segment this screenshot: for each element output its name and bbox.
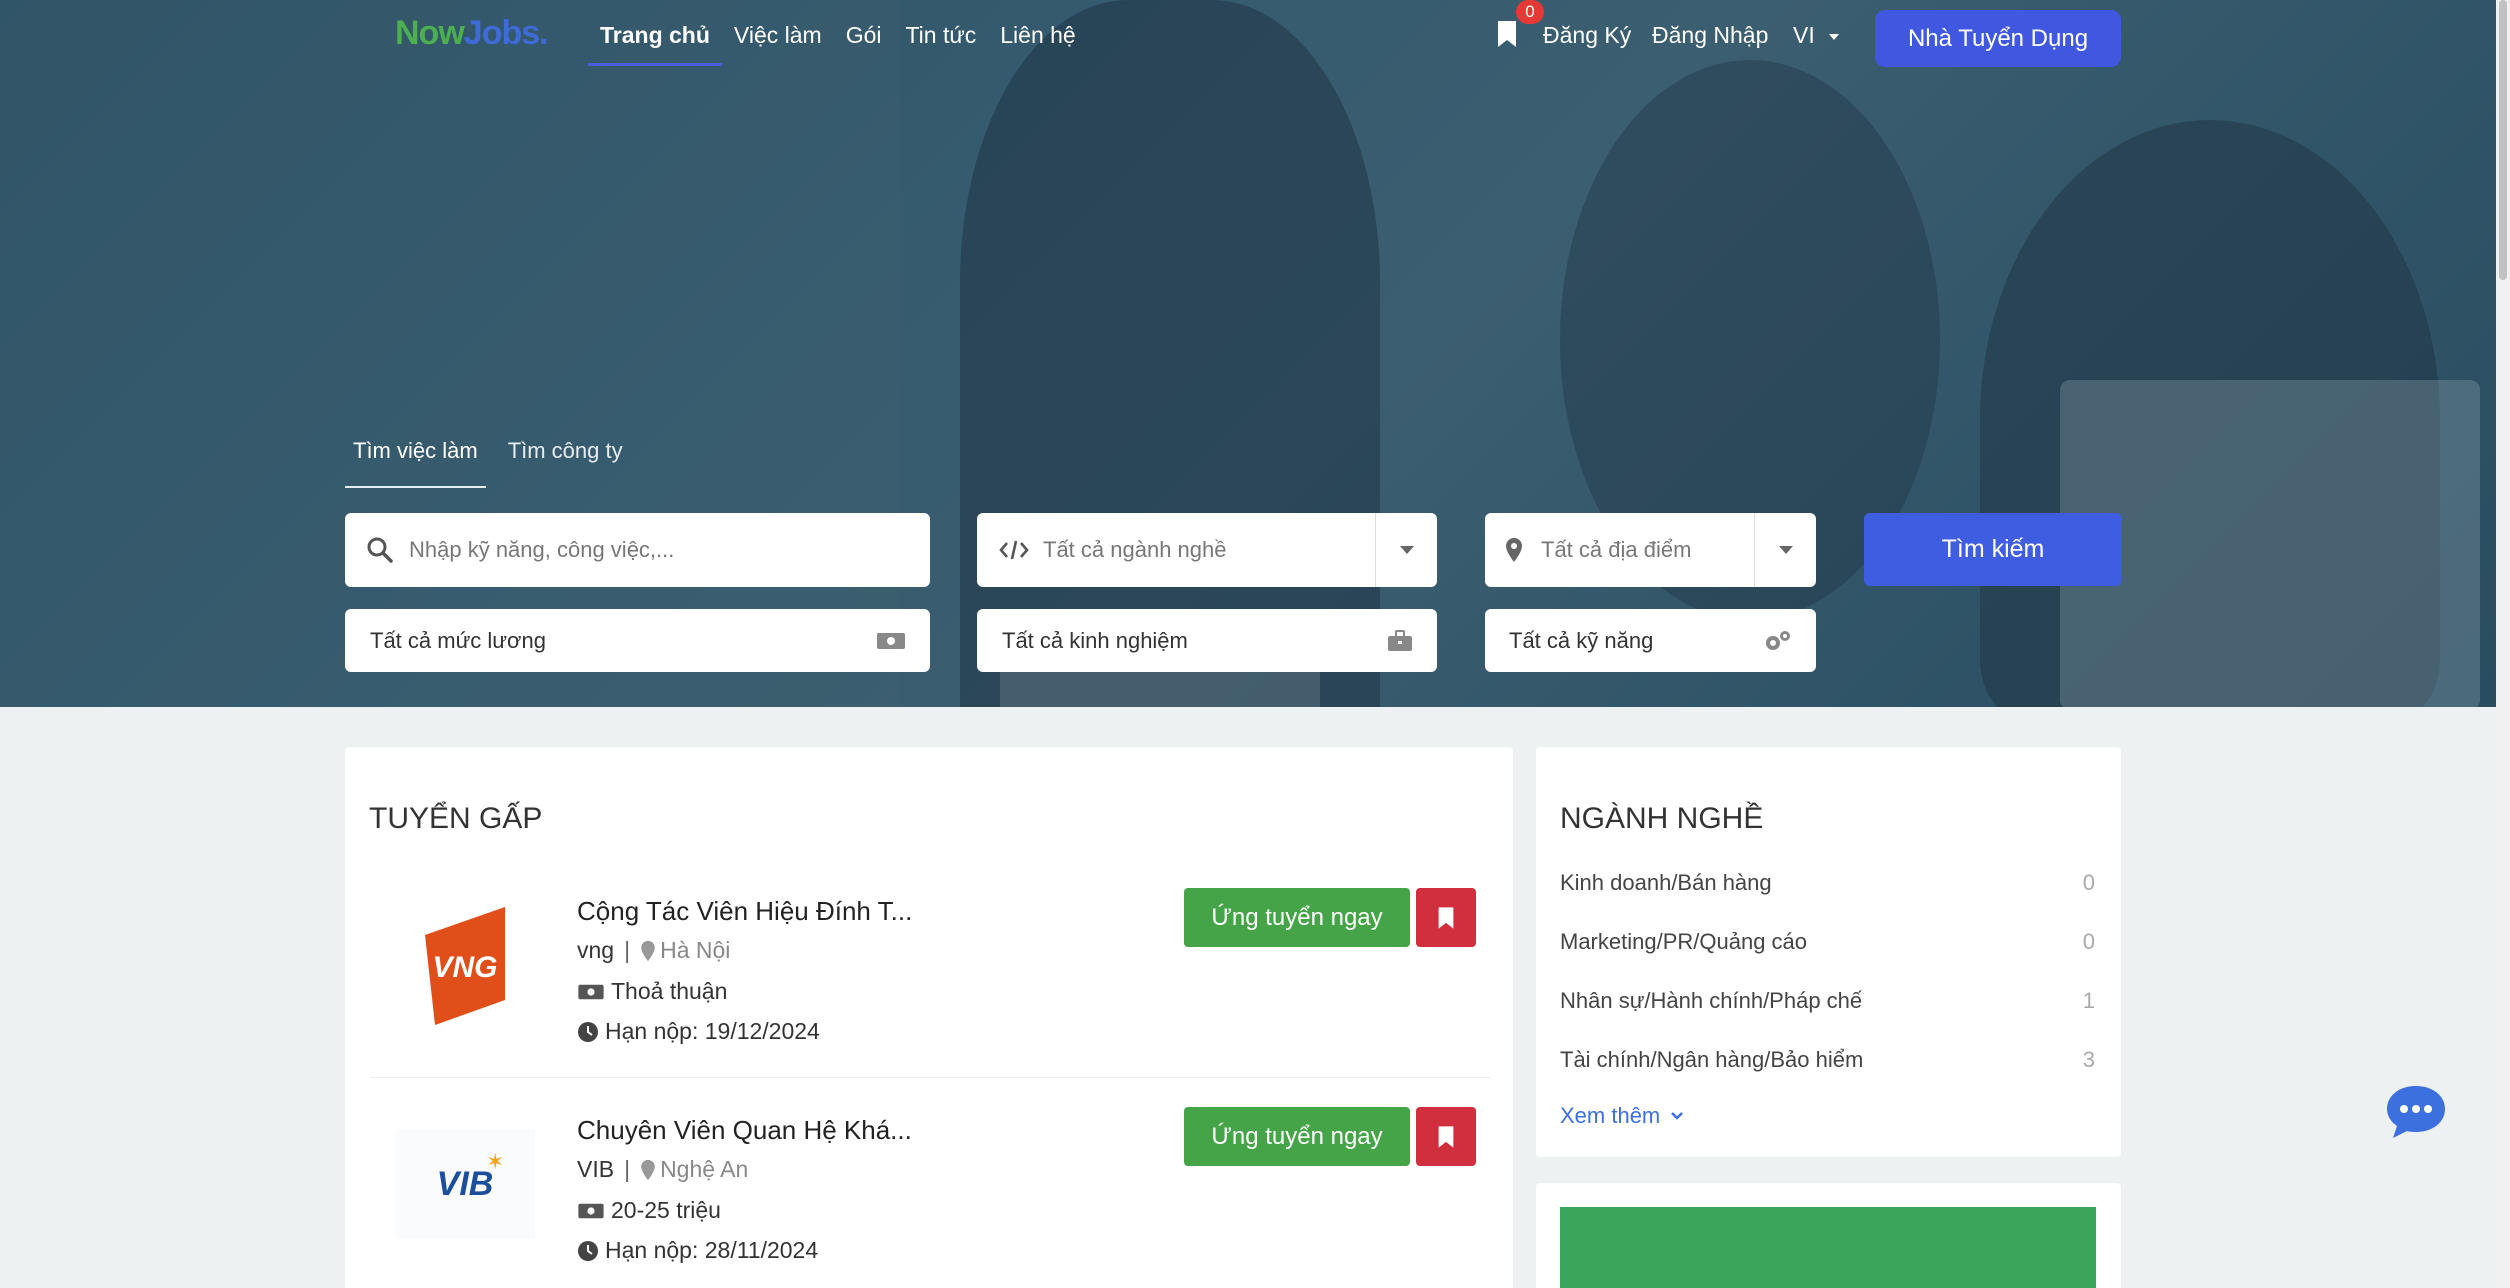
skills-label: Tất cả kỹ năng [1509, 627, 1654, 653]
tab-find-companies[interactable]: Tìm công ty [500, 438, 631, 488]
promo-banner[interactable] [1560, 1207, 2096, 1288]
clock-icon [578, 1240, 598, 1261]
skills-select[interactable]: Tất cả kỹ năng [1485, 609, 1816, 672]
industry-name: Marketing/PR/Quảng cáo [1560, 929, 1808, 954]
code-icon [999, 540, 1029, 560]
see-more-label: Xem thêm [1560, 1103, 1661, 1128]
money-icon [578, 1203, 604, 1218]
nav-contact[interactable]: Liên hệ [988, 20, 1087, 66]
save-job-button[interactable] [1416, 888, 1476, 947]
tab-find-jobs[interactable]: Tìm việc làm [345, 438, 486, 488]
industry-count: 0 [2082, 929, 2095, 954]
chat-icon[interactable] [2384, 1082, 2448, 1142]
industry-count: 3 [2082, 1047, 2095, 1072]
nav-packages[interactable]: Gói [834, 20, 894, 66]
job-title[interactable]: Chuyên Viên Quan Hệ Khá... [577, 1115, 912, 1146]
map-pin-icon [1506, 538, 1522, 562]
banner-card [1536, 1183, 2121, 1288]
industry-item[interactable]: Tài chính/Ngân hàng/Bảo hiểm 3 [1560, 1047, 2095, 1073]
chevron-down-icon [1754, 513, 1816, 587]
money-icon [877, 632, 905, 649]
saved-count-badge: 0 [1516, 0, 1544, 24]
money-icon [578, 984, 604, 999]
divider [370, 1077, 1490, 1078]
company-name[interactable]: vng [577, 937, 614, 964]
job-title[interactable]: Cộng Tác Viên Hiệu Đính T... [577, 896, 912, 927]
job-company-row: VIB | Nghệ An [577, 1156, 749, 1183]
map-pin-icon [641, 940, 655, 961]
nav-home[interactable]: Trang chủ [588, 20, 722, 66]
industry-item[interactable]: Nhân sự/Hành chính/Pháp chế 1 [1560, 988, 2095, 1014]
job-location: Nghệ An [660, 1156, 749, 1182]
star-icon: ✶ [486, 1149, 505, 1174]
experience-label: Tất cả kinh nghiệm [1002, 627, 1188, 653]
job-deadline: Hạn nộp: 19/12/2024 [605, 1018, 820, 1044]
saved-jobs-icon[interactable] [1496, 20, 1518, 50]
apply-now-button[interactable]: Ứng tuyển ngay [1184, 1107, 1410, 1166]
clock-icon [578, 1021, 598, 1042]
apply-now-button[interactable]: Ứng tuyển ngay [1184, 888, 1410, 947]
svg-text:VNG: VNG [432, 951, 497, 984]
job-deadline-row: Hạn nộp: 28/11/2024 [577, 1237, 818, 1264]
industry-count: 0 [2082, 870, 2095, 895]
main-nav: Trang chủ Việc làm Gói Tin tức Liên hệ [588, 20, 1088, 66]
search-tabs: Tìm việc làm Tìm công ty [345, 438, 645, 488]
job-salary-row: 20-25 triệu [577, 1197, 721, 1224]
language-select[interactable]: VI [1793, 22, 1840, 49]
site-logo[interactable]: NowJobs. [395, 14, 549, 53]
industries-title: NGÀNH NGHỀ [1560, 802, 1764, 835]
chevron-down-icon [1375, 513, 1437, 587]
keyword-input[interactable]: Nhập kỹ năng, công việc,... [345, 513, 930, 587]
gears-icon [1766, 630, 1790, 650]
job-salary-row: Thoả thuận [577, 978, 727, 1005]
job-salary: 20-25 triệu [611, 1197, 721, 1223]
bookmark-icon [1438, 906, 1454, 929]
industry-label: Tất cả ngành nghề [1043, 537, 1227, 562]
scrollbar[interactable] [2496, 0, 2510, 1288]
map-pin-icon [641, 1159, 655, 1180]
job-card[interactable]: VIB ✶ Chuyên Viên Quan Hệ Khá... VIB | N… [370, 1099, 1490, 1288]
industry-name: Tài chính/Ngân hàng/Bảo hiểm [1560, 1047, 1864, 1072]
bookmark-icon [1438, 1125, 1454, 1148]
job-location: Hà Nội [660, 937, 731, 963]
briefcase-icon [1388, 629, 1412, 651]
job-salary: Thoả thuận [611, 978, 728, 1004]
company-logo-vib[interactable]: VIB ✶ [390, 1109, 540, 1259]
industry-item[interactable]: Marketing/PR/Quảng cáo 0 [1560, 929, 2095, 955]
chevron-down-icon [1671, 1112, 1684, 1120]
company-logo-vng[interactable]: VNG [390, 890, 540, 1040]
urgent-jobs-title: TUYỂN GẤP [369, 802, 543, 835]
nav-jobs[interactable]: Việc làm [722, 20, 834, 66]
job-card[interactable]: VNG Cộng Tác Viên Hiệu Đính T... vng | H… [370, 880, 1490, 1098]
industry-select[interactable]: Tất cả ngành nghề [977, 513, 1437, 587]
login-link[interactable]: Đăng Nhập [1652, 22, 1768, 49]
company-name[interactable]: VIB [577, 1156, 614, 1183]
location-label: Tất cả địa điểm [1541, 537, 1692, 562]
location-select[interactable]: Tất cả địa điểm [1485, 513, 1816, 587]
experience-select[interactable]: Tất cả kinh nghiệm [977, 609, 1437, 672]
scrollbar-thumb[interactable] [2499, 0, 2507, 280]
salary-label: Tất cả mức lương [370, 627, 546, 653]
chevron-down-icon [1829, 33, 1840, 40]
hero-banner: NowJobs. Trang chủ Việc làm Gói Tin tức … [0, 0, 2496, 707]
industry-count: 1 [2082, 988, 2095, 1013]
salary-select[interactable]: Tất cả mức lương [345, 609, 930, 672]
industry-name: Kinh doanh/Bán hàng [1560, 870, 1772, 895]
see-more-link[interactable]: Xem thêm [1560, 1103, 1684, 1129]
save-job-button[interactable] [1416, 1107, 1476, 1166]
nav-news[interactable]: Tin tức [893, 20, 988, 66]
job-deadline-row: Hạn nộp: 19/12/2024 [577, 1018, 820, 1045]
industry-name: Nhân sự/Hành chính/Pháp chế [1560, 988, 1863, 1013]
job-company-row: vng | Hà Nội [577, 937, 731, 964]
job-deadline: Hạn nộp: 28/11/2024 [605, 1237, 819, 1263]
language-label: VI [1793, 22, 1815, 48]
search-button[interactable]: Tìm kiếm [1864, 513, 2122, 586]
register-link[interactable]: Đăng Ký [1543, 22, 1631, 49]
industry-item[interactable]: Kinh doanh/Bán hàng 0 [1560, 870, 2095, 896]
keyword-placeholder: Nhập kỹ năng, công việc,... [409, 537, 675, 562]
employer-button[interactable]: Nhà Tuyển Dụng [1875, 10, 2121, 67]
search-icon [367, 537, 393, 563]
